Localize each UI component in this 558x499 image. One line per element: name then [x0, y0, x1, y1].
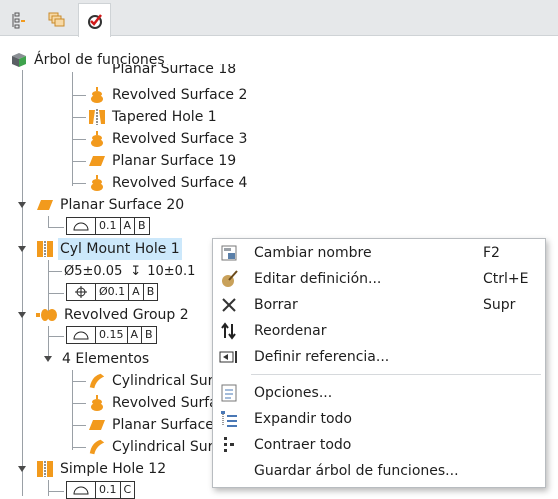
revolved-surface-icon — [88, 86, 106, 104]
tree-item-simple-hole-12[interactable]: Simple Hole 12 — [36, 458, 166, 480]
gdt-frame-position[interactable]: Ø0.1 A B — [66, 283, 159, 301]
edit-definition-icon — [219, 269, 239, 289]
tapered-hole-icon — [88, 108, 106, 126]
collapse-toggle[interactable] — [44, 356, 52, 362]
tab-features-checklist[interactable] — [78, 3, 111, 37]
tree-item-planar-surface-20[interactable]: Planar Surface 20 — [36, 194, 184, 216]
menu-item-reorder[interactable]: Reordenar — [213, 318, 545, 344]
tree-item-planar-surface-19[interactable]: Planar Surface 19 — [88, 150, 236, 172]
options-icon — [219, 383, 239, 403]
menu-item-edit-definition[interactable]: Editar definición... Ctrl+E — [213, 266, 545, 292]
define-reference-icon — [219, 347, 239, 367]
menu-item-delete[interactable]: Borrar Supr — [213, 292, 545, 318]
revolved-surface-icon — [88, 174, 106, 192]
tree-item-revolved-surface-3[interactable]: Revolved Surface 3 — [88, 128, 247, 150]
rename-icon — [219, 243, 239, 263]
planar-surface-icon — [88, 152, 106, 170]
planar-surface-icon — [88, 416, 106, 434]
tree-item-planar-surface[interactable]: Planar Surface — [88, 414, 214, 436]
menu-item-define-reference[interactable]: Definir referencia... — [213, 344, 545, 370]
model-tree-icon — [12, 12, 25, 28]
save-tree-icon — [219, 461, 239, 481]
collapse-toggle[interactable] — [18, 246, 26, 252]
expand-all-icon — [219, 409, 239, 429]
menu-item-save-tree[interactable]: Guardar árbol de funciones... — [213, 458, 545, 484]
gdt-frame-profile[interactable]: 0.1 A B — [66, 217, 150, 235]
menu-item-expand-all[interactable]: Expandir todo — [213, 406, 545, 432]
collapse-toggle[interactable] — [18, 202, 26, 208]
tree-item-tapered-hole-1[interactable]: Tapered Hole 1 — [88, 106, 217, 128]
collapse-all-icon — [219, 435, 239, 455]
menu-separator — [251, 374, 541, 375]
surface-profile-icon — [67, 218, 95, 234]
hole-dimensions[interactable]: Ø5±0.05 ↧ 10±0.1 — [64, 261, 195, 281]
revolved-group-icon — [36, 306, 58, 324]
cylindrical-surface-icon — [88, 372, 106, 390]
tree-item-revolved-surface-4[interactable]: Revolved Surface 4 — [88, 172, 247, 194]
tree-item-revolved-surface[interactable]: Revolved Surfa — [88, 392, 218, 414]
revolved-surface-icon — [88, 394, 106, 412]
delete-icon — [219, 295, 239, 315]
reorder-icon — [219, 321, 239, 341]
context-menu: Cambiar nombre F2 Editar definición... C… — [212, 238, 546, 488]
collapse-toggle[interactable] — [18, 312, 26, 318]
cylindrical-surface-icon — [88, 438, 106, 456]
hole-icon — [36, 460, 54, 478]
tree-item-revolved-surface-2[interactable]: Revolved Surface 2 — [88, 84, 247, 106]
depth-icon: ↧ — [130, 263, 142, 279]
hole-icon — [36, 240, 54, 258]
gdt-frame-profile[interactable]: 0.1 C — [66, 481, 136, 499]
menu-item-collapse-all[interactable]: Contraer todo — [213, 432, 545, 458]
tree-item-cyl-mount-hole-1[interactable]: Cyl Mount Hole 1 — [36, 238, 182, 260]
layers-icon — [48, 12, 64, 26]
tree-item-cylindrical-surface[interactable]: Cylindrical Surf — [88, 436, 218, 458]
menu-item-rename[interactable]: Cambiar nombre F2 — [213, 240, 545, 266]
gdt-frame-profile[interactable]: 0.15 A B — [66, 326, 157, 344]
revolved-surface-icon — [88, 130, 106, 148]
part-cube-icon — [10, 51, 28, 69]
menu-item-options[interactable]: Opciones... — [213, 380, 545, 406]
panel-tab-bar — [0, 0, 558, 37]
collapse-toggle[interactable] — [18, 466, 26, 472]
surface-profile-icon — [67, 327, 95, 343]
tab-model-tree[interactable] — [2, 3, 35, 36]
tree-item-revolved-group-2[interactable]: Revolved Group 2 — [36, 304, 189, 326]
position-icon — [67, 284, 95, 300]
features-checklist-icon — [87, 13, 102, 29]
tab-layers[interactable] — [40, 3, 73, 36]
tree-item-cylindrical-surface[interactable]: Cylindrical Surf — [88, 370, 218, 392]
planar-surface-icon — [36, 196, 54, 214]
tree-item-elements-group[interactable]: 4 Elementos — [62, 348, 149, 370]
tree-item-clipped: Planar Surface 18 — [112, 64, 237, 74]
